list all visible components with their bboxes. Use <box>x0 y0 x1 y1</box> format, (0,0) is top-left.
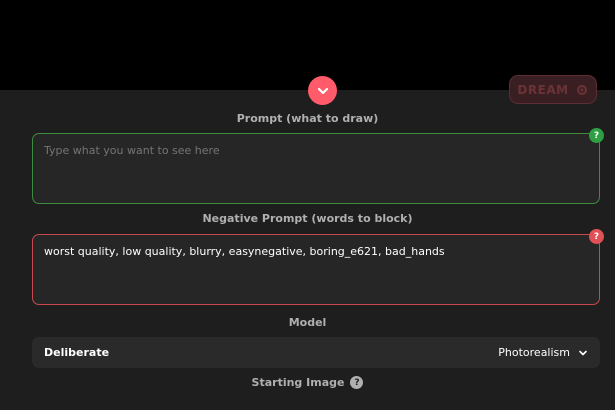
prompt-help-icon[interactable]: ? <box>589 128 604 143</box>
model-category-label: Photorealism <box>498 346 570 359</box>
dream-button[interactable]: DREAM <box>509 75 597 104</box>
collapse-toggle-button[interactable] <box>308 76 337 105</box>
chevron-down-icon <box>579 350 587 355</box>
prompt-input[interactable] <box>32 133 600 204</box>
gear-icon <box>576 84 587 95</box>
chevron-down-icon <box>317 87 328 94</box>
starting-image-help-icon[interactable]: ? <box>350 376 364 389</box>
prompt-label: Prompt (what to draw) <box>236 112 379 125</box>
model-label: Model <box>288 316 327 329</box>
model-selected-name: Deliberate <box>44 346 110 359</box>
model-category: Photorealism <box>498 346 588 359</box>
starting-image-header: Starting Image ? <box>0 376 615 389</box>
starting-image-label: Starting Image <box>251 376 345 389</box>
negative-prompt-input[interactable]: worst quality, low quality, blurry, easy… <box>32 234 600 305</box>
negative-prompt-help-icon[interactable]: ? <box>589 229 604 244</box>
negative-prompt-label: Negative Prompt (words to block) <box>202 212 413 225</box>
model-select[interactable]: Deliberate Photorealism <box>32 337 600 368</box>
dream-button-label: DREAM <box>517 82 569 97</box>
